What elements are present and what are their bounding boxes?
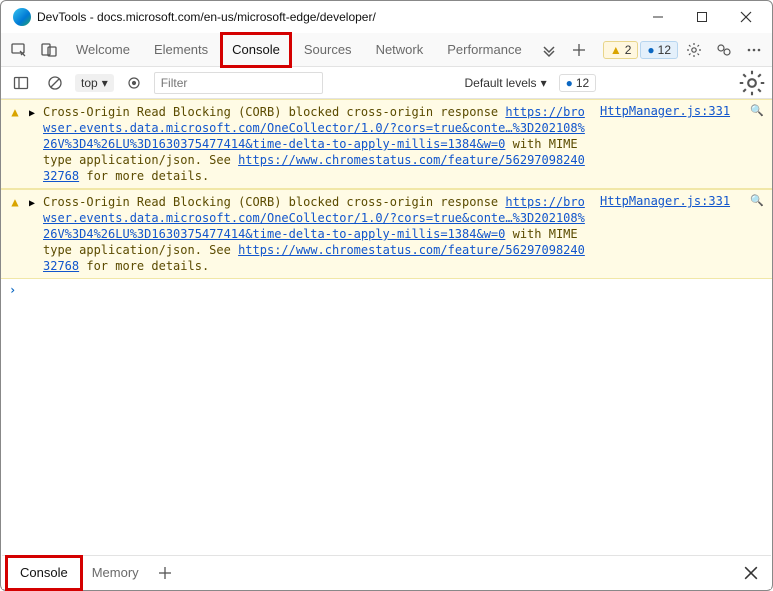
context-selector[interactable]: top ▾ — [75, 74, 114, 92]
levels-selector[interactable]: Default levels ▾ — [465, 76, 547, 90]
tab-elements[interactable]: Elements — [143, 33, 219, 67]
issues-pill-count: 12 — [576, 76, 589, 90]
source-link[interactable]: HttpManager.js:331 — [600, 194, 730, 208]
live-expression-icon[interactable] — [120, 69, 148, 97]
drawer-close-button[interactable] — [737, 559, 765, 587]
message-text: Cross-Origin Read Blocking (CORB) blocke… — [43, 194, 592, 274]
expand-icon[interactable]: ▶ — [29, 108, 35, 119]
chevron-down-icon: ▾ — [102, 76, 108, 90]
close-button[interactable] — [724, 3, 768, 31]
new-tab-icon[interactable] — [565, 36, 593, 64]
chevron-down-icon: ▾ — [541, 76, 547, 90]
message-text: Cross-Origin Read Blocking (CORB) blocke… — [43, 104, 592, 184]
console-output: ▲ ▶ Cross-Origin Read Blocking (CORB) bl… — [1, 99, 772, 557]
source-link[interactable]: HttpManager.js:331 — [600, 104, 730, 118]
info-icon: ● — [566, 76, 573, 90]
search-icon[interactable]: 🔍 — [750, 104, 764, 184]
maximize-button[interactable] — [680, 3, 724, 31]
console-message: ▲ ▶ Cross-Origin Read Blocking (CORB) bl… — [1, 189, 772, 279]
warning-icon: ▲ — [11, 105, 18, 119]
expand-icon[interactable]: ▶ — [29, 198, 35, 209]
tab-performance[interactable]: Performance — [436, 33, 532, 67]
drawer-new-tab-icon[interactable] — [151, 559, 179, 587]
console-filterbar: top ▾ Default levels ▾ ●12 — [1, 67, 772, 99]
info-icon: ● — [647, 43, 654, 57]
levels-label: Default levels — [465, 76, 537, 90]
issues-count: 12 — [658, 43, 671, 57]
more-menu-icon[interactable] — [740, 36, 768, 64]
context-label: top — [81, 76, 98, 90]
main-tabbar: Welcome Elements Console Sources Network… — [1, 33, 772, 67]
window-titlebar: DevTools - docs.microsoft.com/en-us/micr… — [1, 1, 772, 33]
window-title: DevTools - docs.microsoft.com/en-us/micr… — [37, 10, 376, 24]
device-toggle-icon[interactable] — [35, 36, 63, 64]
clear-console-icon[interactable] — [41, 69, 69, 97]
console-prompt[interactable]: › — [1, 279, 772, 301]
settings-icon[interactable] — [680, 36, 708, 64]
issues-badge[interactable]: ● 12 — [640, 41, 678, 59]
warnings-badge[interactable]: ▲2 — [603, 41, 639, 59]
tab-welcome[interactable]: Welcome — [65, 33, 141, 67]
inspect-icon[interactable] — [5, 36, 33, 64]
tab-network[interactable]: Network — [365, 33, 435, 67]
minimize-button[interactable] — [636, 3, 680, 31]
console-message: ▲ ▶ Cross-Origin Read Blocking (CORB) bl… — [1, 99, 772, 189]
drawer-tabbar: Console Memory — [2, 555, 771, 589]
feedback-icon[interactable] — [710, 36, 738, 64]
drawer-tab-memory[interactable]: Memory — [80, 558, 151, 588]
tab-console[interactable]: Console — [221, 33, 291, 67]
more-tabs-icon[interactable] — [535, 36, 563, 64]
edge-icon — [13, 8, 31, 26]
issues-pill[interactable]: ●12 — [559, 74, 597, 92]
sidebar-toggle-icon[interactable] — [7, 69, 35, 97]
warning-icon: ▲ — [11, 195, 18, 209]
console-settings-icon[interactable] — [738, 69, 766, 97]
search-icon[interactable]: 🔍 — [750, 194, 764, 274]
warning-icon: ▲ — [610, 43, 622, 57]
tab-sources[interactable]: Sources — [293, 33, 363, 67]
warnings-count: 2 — [625, 43, 632, 57]
drawer-tab-console[interactable]: Console — [8, 558, 80, 588]
filter-input[interactable] — [154, 72, 323, 94]
